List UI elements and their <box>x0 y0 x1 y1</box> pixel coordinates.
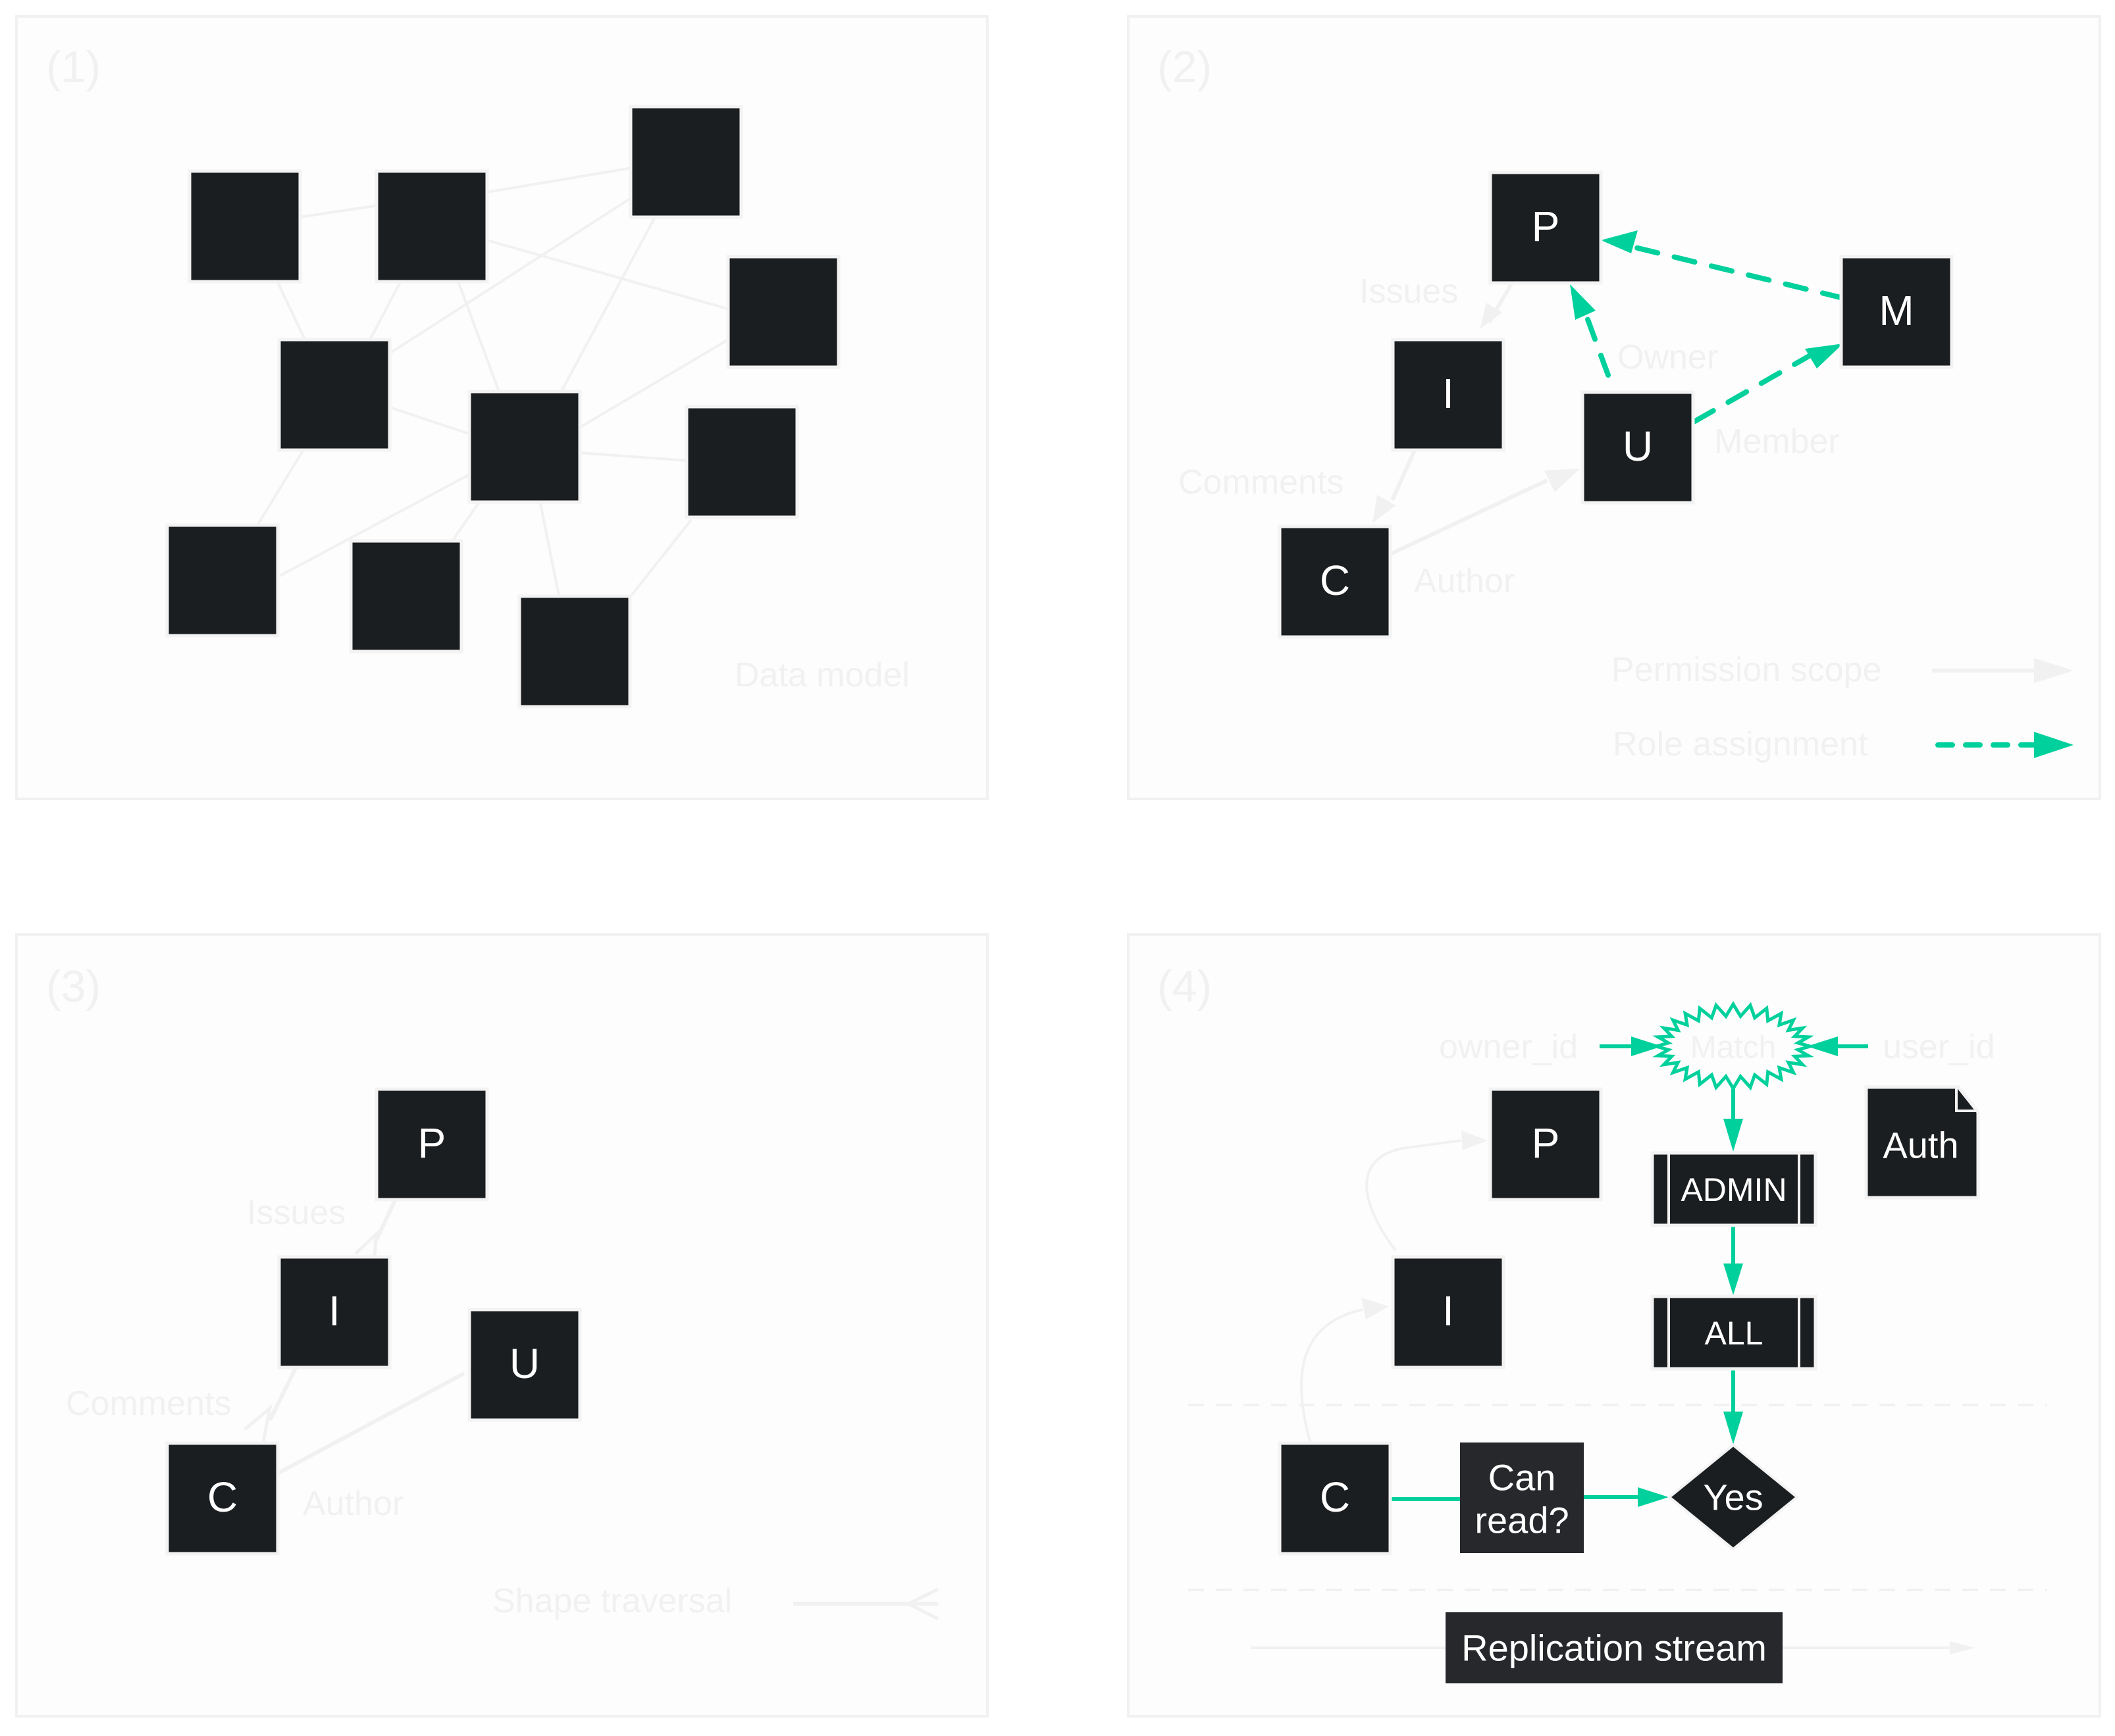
edge-label: Comments <box>66 1385 231 1423</box>
edge-label: Issues <box>1359 272 1458 311</box>
panel-number: (3) <box>46 961 101 1011</box>
entity-node[interactable] <box>277 338 392 452</box>
can-read-line: read? <box>1475 1500 1569 1541</box>
can-read-line: Can <box>1488 1457 1556 1498</box>
node-label: P <box>1532 1119 1560 1167</box>
legend-label: Permission scope <box>1611 651 1881 689</box>
entity-node[interactable] <box>188 169 302 284</box>
node-label: U <box>509 1340 540 1387</box>
input-user-id: user_id <box>1883 1028 1995 1066</box>
edge-label: Author <box>1414 562 1515 600</box>
legend-label: Role assignment <box>1613 725 1868 763</box>
entity-node[interactable] <box>375 169 489 284</box>
node-label: P <box>1532 203 1560 250</box>
node-label: I <box>1442 370 1454 417</box>
node-label: I <box>1442 1287 1454 1335</box>
step-label: ADMIN <box>1681 1171 1787 1208</box>
step-label: ALL <box>1705 1315 1763 1352</box>
edge-label: Owner <box>1617 338 1718 376</box>
edge-label: Author <box>303 1485 404 1523</box>
panel-number: (1) <box>46 42 101 92</box>
legend-label: Shape traversal <box>492 1582 732 1620</box>
panel-shape-traversal: (3) P I U C Issues Comments Author Shape… <box>15 933 989 1718</box>
node-label: U <box>1623 422 1653 470</box>
node-label: I <box>328 1287 340 1335</box>
entity-node[interactable] <box>165 523 280 638</box>
node-label: P <box>418 1119 446 1167</box>
match-label: Match <box>1690 1031 1777 1065</box>
input-owner-id: owner_id <box>1439 1028 1578 1066</box>
auth-label: Auth <box>1883 1125 1958 1166</box>
panel-caption: Data model <box>735 656 910 694</box>
entity-node[interactable] <box>685 405 799 519</box>
edge-label: Member <box>1714 422 1840 461</box>
replication-stream-label: Replication stream <box>1461 1627 1767 1669</box>
diagram-canvas: (1) Data model (2) P I U C M Issues Owne… <box>15 15 2101 1718</box>
decision-label: Yes <box>1703 1477 1763 1518</box>
node-label: C <box>1320 557 1350 604</box>
panel-authorization-flow: (4) Match owner_id user_id P I C Auth AD… <box>1127 933 2101 1718</box>
edge-label: Comments <box>1178 463 1344 501</box>
node-label: C <box>207 1473 238 1521</box>
entity-node[interactable] <box>629 105 743 219</box>
panel-data-model: (1) Data model <box>15 15 989 800</box>
node-label: C <box>1320 1473 1350 1521</box>
panel-number: (4) <box>1157 961 1212 1011</box>
edge-label: Issues <box>247 1194 346 1232</box>
node-label: M <box>1879 287 1914 334</box>
entity-node[interactable] <box>467 390 582 504</box>
entity-node[interactable] <box>517 594 632 709</box>
entity-node[interactable] <box>726 255 841 369</box>
entity-node[interactable] <box>349 539 463 653</box>
panel-permission-scope: (2) P I U C M Issues Owner Member Commen… <box>1127 15 2101 800</box>
panel-number: (2) <box>1157 42 1212 92</box>
